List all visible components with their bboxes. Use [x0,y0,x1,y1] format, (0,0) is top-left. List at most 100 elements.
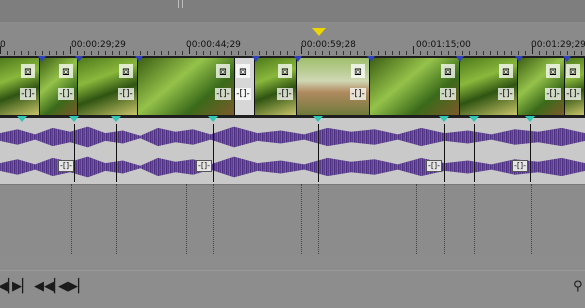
clip-marker[interactable] [367,56,375,62]
ruler-tick [294,51,295,55]
ruler-tick [7,51,8,55]
audio-fade-handle[interactable] [111,116,121,122]
guide-line [444,184,445,254]
audio-fade-handle[interactable] [17,116,27,122]
ruler-tick [476,51,477,55]
audio-cut-line [530,124,531,182]
guide-line [416,184,417,254]
video-clip[interactable]: ⧈ -[]- [460,58,518,115]
ruler-tick [434,51,435,55]
audio-fade-handle[interactable] [313,116,323,122]
audio-event-icon[interactable]: -[]- [426,160,442,172]
ruler-tick [154,51,155,55]
clip-marker[interactable] [563,56,571,62]
event-pan-icon[interactable]: -[]- [235,88,251,100]
audio-cut-line [116,124,117,182]
event-pan-icon[interactable]: -[]- [350,88,366,100]
ruler-tick [406,51,407,55]
clip-marker[interactable] [75,56,83,62]
ruler-tick [448,51,449,55]
event-pan-icon[interactable]: -[]- [440,88,456,100]
event-pan-icon[interactable]: -[]- [58,88,74,100]
ruler-tick [280,51,281,55]
ruler-tick [49,51,50,55]
ruler-tick [511,51,512,55]
ruler-tick [287,51,288,55]
ruler-tick [371,51,372,55]
clip-marker[interactable] [252,56,260,62]
toolbar-divider [182,0,183,8]
video-clip[interactable]: ⧈ -[]- [297,58,370,115]
crop-icon[interactable]: ⧈ [499,64,513,78]
event-pan-icon[interactable]: -[]- [215,88,231,100]
event-pan-icon[interactable]: -[]- [498,88,514,100]
audio-track[interactable] [0,118,585,184]
audio-cut-line [74,124,75,182]
crop-icon[interactable]: ⧈ [59,64,73,78]
audio-cut-line [318,124,319,182]
crop-icon[interactable]: ⧈ [119,64,133,78]
crop-icon[interactable]: ⧈ [546,64,560,78]
ruler-tick [238,51,239,55]
clip-marker[interactable] [38,56,46,62]
crop-icon[interactable]: ⧈ [236,64,250,78]
ruler-tick [189,46,190,54]
audio-cut-line [444,124,445,182]
video-clip[interactable]: ⧈ -[]- [40,58,78,115]
next-frame-button[interactable]: ▶▏ [12,279,32,295]
ruler-tick [105,51,106,55]
audio-fade-handle[interactable] [469,116,479,122]
ruler-tick [35,51,36,55]
crop-icon[interactable]: ⧈ [216,64,230,78]
ruler-tick [84,51,85,55]
marker-icon[interactable]: ⚲ [573,279,583,295]
ruler-label: 00:01:29;29 [531,40,585,50]
playhead-marker[interactable] [312,28,326,36]
ruler-tick [441,51,442,55]
video-clip[interactable]: ⧈ -[]- [518,58,565,115]
event-pan-icon[interactable]: -[]- [565,88,581,100]
clip-marker[interactable] [135,56,143,62]
crop-icon[interactable]: ⧈ [441,64,455,78]
audio-event-icon[interactable]: -[]- [58,160,74,172]
ruler-tick [182,51,183,55]
video-clip[interactable]: ⧈ -[]- [255,58,297,115]
clip-marker[interactable] [456,56,464,62]
ruler-tick [203,51,204,55]
event-pan-icon[interactable]: -[]- [277,88,293,100]
ruler-tick [217,51,218,55]
event-pan-icon[interactable]: -[]- [118,88,134,100]
clip-marker[interactable] [294,56,302,62]
video-clip[interactable]: ⧈ -[]- [0,58,40,115]
audio-fade-handle[interactable] [439,116,449,122]
ruler-tick [413,46,414,54]
event-pan-icon[interactable]: -[]- [545,88,561,100]
ruler-label: 00:00:59;28 [301,40,356,50]
ruler-tick [567,51,568,55]
ruler-tick [560,51,561,55]
crop-icon[interactable]: ⧈ [566,64,580,78]
empty-track-area[interactable] [0,184,585,255]
audio-fade-handle[interactable] [69,116,79,122]
crop-icon[interactable]: ⧈ [21,64,35,78]
crop-icon[interactable]: ⧈ [278,64,292,78]
audio-fade-handle[interactable] [525,116,535,122]
crop-icon[interactable]: ⧈ [351,64,365,78]
video-clip[interactable]: ⧈ -[]- [235,58,255,115]
video-clip[interactable]: ⧈ -[]- [138,58,235,115]
video-clip[interactable]: ⧈ -[]- [565,58,585,115]
video-clip[interactable]: ⧈ -[]- [370,58,460,115]
ruler-tick [357,51,358,55]
event-pan-icon[interactable]: -[]- [20,88,36,100]
toolbar-divider [178,0,179,8]
ruler-tick [56,51,57,55]
guide-line [474,184,475,254]
audio-fade-handle[interactable] [208,116,218,122]
ruler-tick [147,51,148,55]
clip-marker[interactable] [515,56,523,62]
audio-event-icon[interactable]: -[]- [196,160,212,172]
play-loop-button[interactable]: ◀▶▏ [58,279,88,295]
audio-event-icon[interactable]: -[]- [512,160,528,172]
video-clip[interactable]: ⧈ -[]- [78,58,138,115]
ruler-tick [483,51,484,55]
